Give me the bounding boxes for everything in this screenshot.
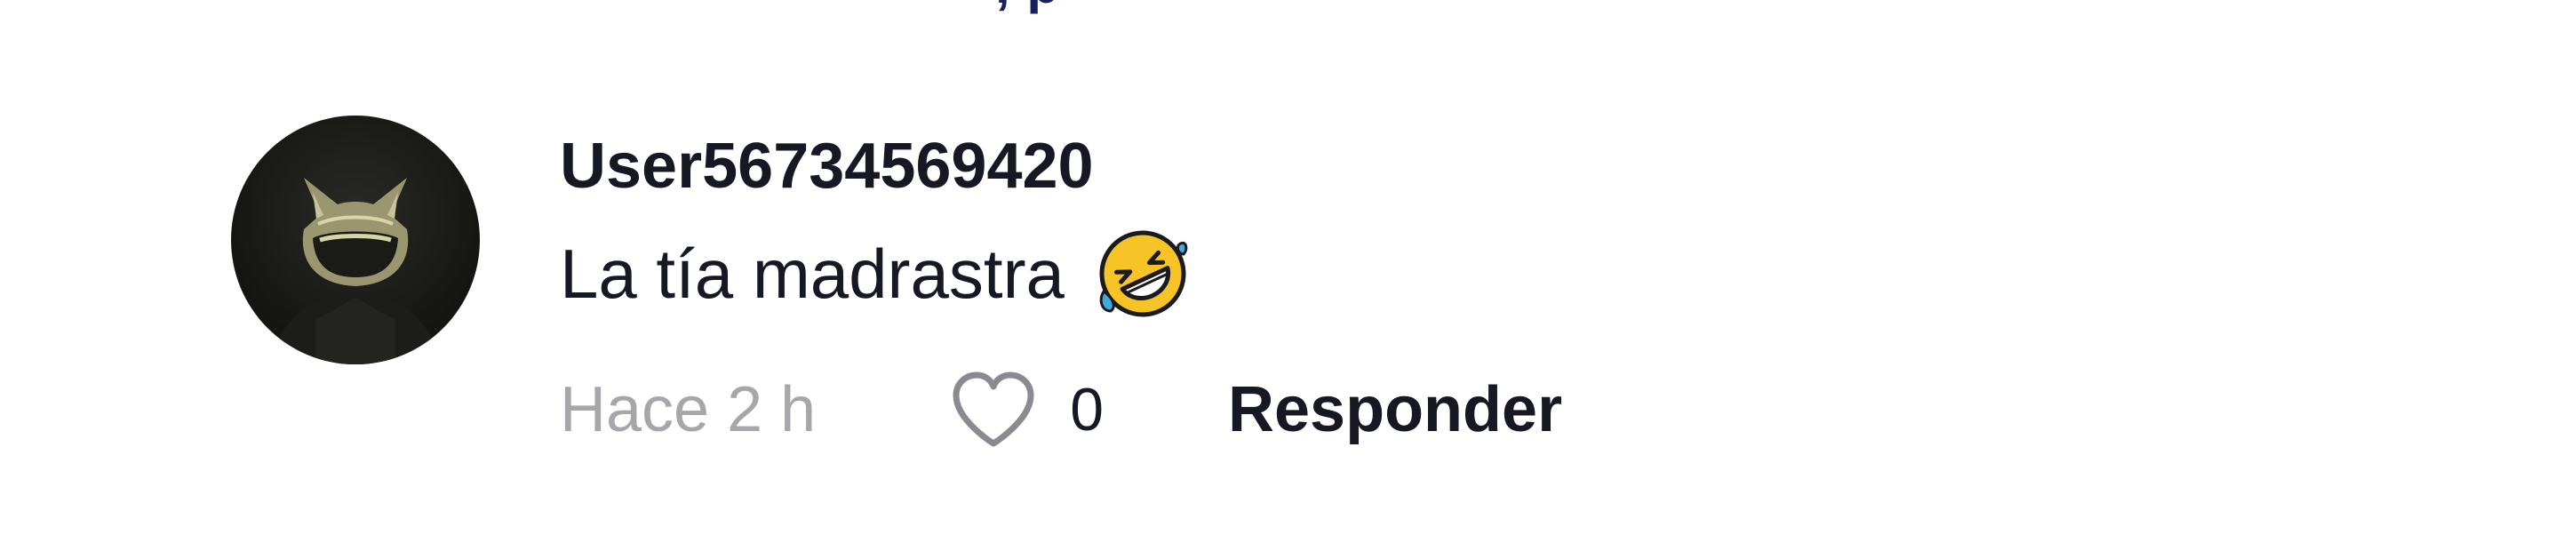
user-avatar[interactable] — [231, 116, 480, 364]
comment-item: User56734569420 La tía madrastra Hace 2 … — [231, 116, 2364, 489]
rolling-laughing-emoji-icon — [1099, 230, 1188, 317]
comment-timestamp: Hace 2 h — [560, 374, 817, 445]
heart-outline-icon — [953, 371, 1034, 447]
reply-button[interactable]: Responder — [1228, 373, 1562, 446]
helmet-avatar-image — [267, 178, 444, 364]
comment-text: La tía madrastra — [560, 234, 1065, 313]
comment-meta: Hace 2 h 0 Responder — [560, 370, 1562, 450]
previous-comment-clipped: , p — [0, 0, 2576, 16]
like-count: 0 — [1070, 376, 1105, 443]
previous-comment-fragment: , p — [995, 0, 1060, 15]
like-button[interactable]: 0 — [949, 369, 1104, 451]
comment-username[interactable]: User56734569420 — [560, 130, 1094, 203]
comment-text-row: La tía madrastra — [560, 229, 1189, 318]
